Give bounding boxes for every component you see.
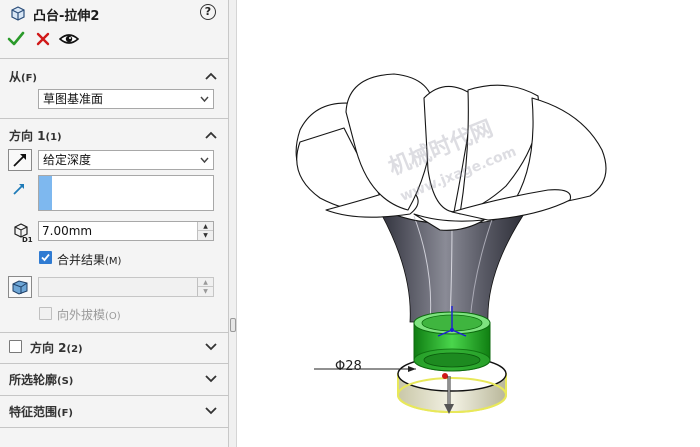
start-condition-value: 草图基准面 — [43, 92, 104, 106]
reverse-direction-arrow-icon — [13, 154, 26, 167]
selected-contours-hotkey: (S) — [57, 376, 74, 387]
merge-result-checkbox[interactable] — [39, 251, 52, 264]
from-section-header[interactable]: 从(F) — [9, 68, 37, 85]
spin-up-icon[interactable]: ▲ — [198, 222, 213, 231]
draft-icon — [12, 280, 28, 295]
end-condition-dropdown[interactable]: 给定深度 — [38, 150, 214, 170]
feature-scope-section-header[interactable]: 特征范围(F) — [9, 403, 73, 420]
separator — [0, 363, 229, 364]
expand-chevron-down-icon[interactable] — [205, 373, 217, 383]
separator — [0, 395, 229, 396]
collapse-chevron-up-icon[interactable] — [205, 71, 217, 81]
direction1-section-header[interactable]: 方向 1(1) — [9, 127, 62, 144]
reverse-direction-button[interactable] — [8, 149, 32, 171]
expand-chevron-down-icon[interactable] — [205, 341, 217, 351]
chevron-down-icon — [200, 96, 209, 103]
separator — [0, 332, 229, 333]
spin-up-icon: ▲ — [198, 278, 213, 287]
model-3d-view[interactable] — [238, 0, 700, 447]
active-selection-indicator — [39, 176, 52, 210]
graphics-area[interactable]: Φ28 机械时代网 www.jxage.com — [238, 0, 700, 447]
direction2-section-title: 方向 2 — [30, 341, 67, 355]
draft-outward-checkbox — [39, 307, 52, 320]
separator — [0, 118, 229, 119]
direction-reference-selection-box[interactable] — [38, 175, 214, 211]
feature-scope-hotkey: (F) — [57, 408, 73, 419]
direction-of-extrusion-icon — [13, 184, 24, 195]
direction1-section-title: 方向 1 — [9, 129, 46, 143]
selected-contours-title: 所选轮廓 — [9, 373, 58, 387]
detailed-preview-eye-icon[interactable] — [59, 31, 79, 47]
merge-result-label: 合并结果(M) — [57, 251, 121, 268]
feature-scope-title: 特征范围 — [9, 405, 58, 419]
draft-outward-hotkey: (O) — [105, 311, 121, 322]
from-section-hotkey: (F) — [21, 73, 37, 84]
draft-outward-text: 向外拔模 — [57, 308, 106, 322]
property-manager-panel: 凸台-拉伸2 ? 从(F) 草图基准面 方向 1(1) 给定深度 D1 7.00… — [0, 0, 229, 447]
draft-spinner-buttons: ▲ ▼ — [197, 278, 213, 296]
checkmark-icon — [41, 253, 50, 262]
merge-result-hotkey: (M) — [105, 256, 122, 267]
cancel-x-icon[interactable] — [34, 30, 52, 48]
spin-down-icon[interactable]: ▼ — [198, 231, 213, 240]
merge-result-text: 合并结果 — [57, 253, 106, 267]
direction1-section-hotkey: (1) — [45, 132, 62, 143]
draft-outward-label: 向外拔模(O) — [57, 306, 121, 323]
splitter-grip-handle[interactable] — [230, 318, 236, 332]
collapse-chevron-up-icon[interactable] — [205, 130, 217, 140]
panel-splitter[interactable] — [229, 0, 237, 447]
separator — [0, 427, 229, 428]
feature-title: 凸台-拉伸2 — [33, 9, 100, 24]
diameter-dimension-label[interactable]: Φ28 — [335, 359, 362, 374]
direction2-checkbox[interactable] — [9, 340, 22, 353]
draft-angle-spin-box: ▲ ▼ — [38, 277, 214, 297]
depth-spinner-buttons[interactable]: ▲ ▼ — [197, 222, 213, 240]
depth-value: 7.00mm — [42, 224, 93, 238]
chevron-down-icon — [200, 157, 209, 164]
separator — [0, 58, 229, 59]
spin-down-icon: ▼ — [203, 288, 208, 295]
svg-text:D1: D1 — [22, 236, 33, 243]
depth-spin-box[interactable]: 7.00mm ▲ ▼ — [38, 221, 214, 241]
start-condition-dropdown[interactable]: 草图基准面 — [38, 89, 214, 109]
selected-contours-section-header[interactable]: 所选轮廓(S) — [9, 371, 73, 388]
expand-chevron-down-icon[interactable] — [205, 405, 217, 415]
direction2-section-hotkey: (2) — [66, 344, 83, 355]
boss-extrude-icon — [11, 6, 25, 21]
help-button[interactable]: ? — [200, 4, 216, 20]
direction2-section-header[interactable]: 方向 2(2) — [30, 339, 83, 356]
draft-on-off-button[interactable] — [8, 276, 32, 298]
from-section-title: 从 — [9, 70, 22, 84]
end-condition-value: 给定深度 — [43, 153, 92, 167]
ok-check-icon[interactable] — [7, 30, 25, 48]
depth-dimension-icon: D1 — [14, 223, 33, 243]
